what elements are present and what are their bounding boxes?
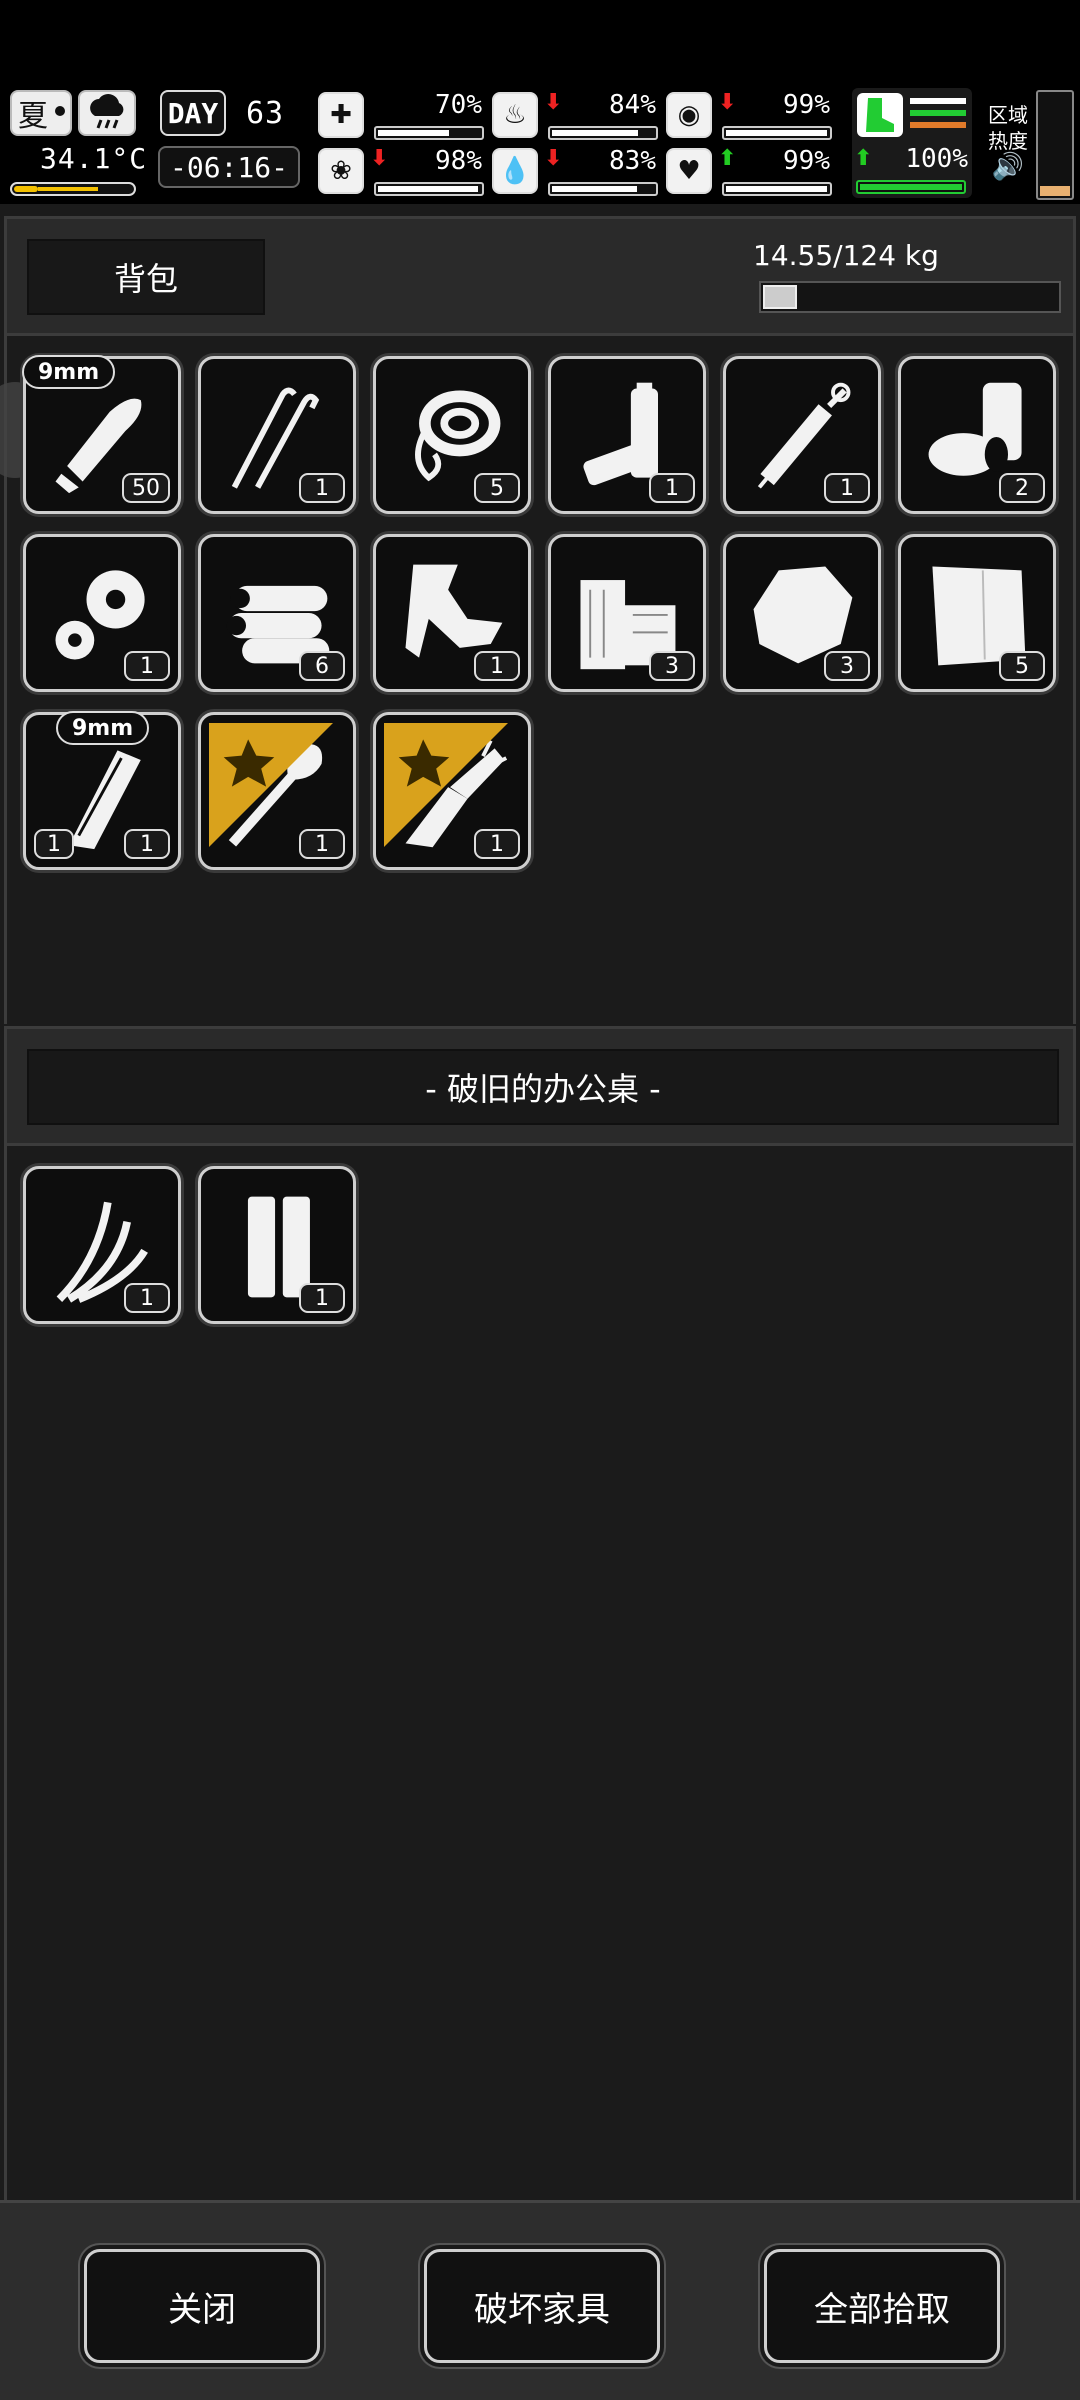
- weight-bar: [759, 281, 1061, 313]
- item-count: 6: [299, 651, 345, 681]
- season-label: 夏: [18, 99, 48, 134]
- star-badge-icon: [195, 709, 333, 847]
- stat-bar: [722, 126, 832, 140]
- stat-value: 99%: [783, 146, 830, 176]
- system-status-bar: [0, 0, 1080, 86]
- container-header: - 破旧的办公桌 -: [4, 1026, 1076, 1146]
- close-button[interactable]: 关闭: [84, 2249, 320, 2363]
- pill-icon: ◉: [666, 92, 712, 138]
- item-count-secondary: 1: [34, 829, 74, 859]
- container-title: - 破旧的办公桌 -: [27, 1049, 1059, 1125]
- stat-value: 84%: [609, 90, 656, 120]
- brain-icon: ❀: [318, 148, 364, 194]
- stat-bar: [722, 182, 832, 196]
- stat-bar: [374, 182, 484, 196]
- take-all-button[interactable]: 全部拾取: [764, 2249, 1000, 2363]
- star-badge-icon: [370, 709, 508, 847]
- caliber-tag: 9mm: [22, 355, 116, 389]
- weight-readout: 14.55/124 kg: [753, 239, 939, 272]
- stat-value: 99%: [783, 90, 830, 120]
- item-slot[interactable]: 1: [373, 712, 531, 870]
- item-slot[interactable]: 1: [23, 1166, 181, 1324]
- item-count: 5: [474, 473, 520, 503]
- stat-value: 83%: [609, 146, 656, 176]
- item-count: 1: [824, 473, 870, 503]
- backpack-header: 背包 14.55/124 kg: [4, 216, 1076, 336]
- stat-bar: [548, 126, 658, 140]
- temperature-bar: [10, 182, 136, 196]
- item-count: 5: [999, 651, 1045, 681]
- item-count: 3: [649, 651, 695, 681]
- stat-water-drop: 💧 ⬇ 83%: [492, 146, 662, 200]
- item-slot[interactable]: 5: [898, 534, 1056, 692]
- caliber-tag: 9mm: [56, 711, 150, 745]
- item-slot[interactable]: 6: [198, 534, 356, 692]
- stat-heart: ♥ ⬆ 99%: [666, 146, 836, 200]
- item-slot[interactable]: 1: [198, 1166, 356, 1324]
- stamina-value: 100%: [905, 144, 968, 174]
- item-count: 1: [299, 473, 345, 503]
- item-count: 50: [122, 473, 170, 503]
- item-slot[interactable]: 3: [723, 534, 881, 692]
- item-slot[interactable]: 3: [548, 534, 706, 692]
- stamina-bar: [856, 180, 966, 194]
- item-slot[interactable]: 9mm 50: [22, 355, 181, 514]
- stat-stomach: ♨ ⬇ 84%: [492, 90, 662, 144]
- item-count: 1: [649, 473, 695, 503]
- stat-bar: [548, 182, 658, 196]
- item-count: 1: [474, 829, 520, 859]
- clock-readout: -06:16-: [158, 146, 300, 188]
- item-slot[interactable]: 1: [723, 356, 881, 514]
- item-count: 1: [124, 651, 170, 681]
- stat-value: 98%: [435, 146, 482, 176]
- item-count: 1: [124, 1283, 170, 1313]
- item-count: 1: [299, 829, 345, 859]
- destroy-furniture-button[interactable]: 破坏家具: [424, 2249, 660, 2363]
- item-count: 1: [474, 651, 520, 681]
- medkit-icon: ✚: [318, 92, 364, 138]
- item-slot[interactable]: 1: [198, 712, 356, 870]
- water-drop-icon: 💧: [492, 148, 538, 194]
- item-count: 1: [299, 1283, 345, 1313]
- speaker-icon[interactable]: 🔊: [986, 154, 1030, 180]
- day-number: 63: [246, 96, 285, 131]
- stamina-panel: ⬆ 100%: [852, 88, 972, 198]
- backpack-title: 背包: [27, 239, 265, 315]
- temperature-readout: 34.1°C: [40, 142, 148, 175]
- item-count: 3: [824, 651, 870, 681]
- stat-medkit: ✚ 70%: [318, 90, 488, 144]
- stat-pill: ◉ ⬇ 99%: [666, 90, 836, 144]
- season-indicator: 夏: [10, 90, 72, 136]
- item-slot[interactable]: 5: [373, 356, 531, 514]
- stat-value: 70%: [435, 90, 482, 120]
- backpack-grid: 9mm 50 1 5 1 1 2 1 6 1 3 3 5 9mm 1 1 1 1: [0, 336, 1076, 1024]
- weather-rain-icon: [78, 90, 136, 136]
- day-label: DAY: [160, 90, 226, 136]
- item-slot[interactable]: 1: [373, 534, 531, 692]
- zone-heat-label: 区域 热度 🔊: [986, 103, 1030, 182]
- item-slot[interactable]: 1: [23, 534, 181, 692]
- game-screen: 夏 34.1°C DAY 63 -06:16- ✚ 70% ♨ ⬇ 84% ◉ ⬇ 99% ❀ ⬇…: [0, 0, 1080, 2400]
- item-slot[interactable]: 1: [548, 356, 706, 514]
- stat-bar: [374, 126, 484, 140]
- action-bar: 关闭 破坏家具 全部拾取: [0, 2200, 1080, 2400]
- item-slot[interactable]: 9mm 1 1: [23, 711, 181, 870]
- item-slot[interactable]: 2: [898, 356, 1056, 514]
- stomach-icon: ♨: [492, 92, 538, 138]
- heart-icon: ♥: [666, 148, 712, 194]
- zone-heat-meter: [1036, 90, 1074, 200]
- item-slot[interactable]: 1: [198, 356, 356, 514]
- item-count: 2: [999, 473, 1045, 503]
- sun-icon: [55, 106, 65, 116]
- boot-icon: [857, 93, 903, 137]
- container-grid: 11: [4, 1146, 1076, 2200]
- stat-brain: ❀ ⬇ 98%: [318, 146, 488, 200]
- survival-hud: 夏 34.1°C DAY 63 -06:16- ✚ 70% ♨ ⬇ 84% ◉ ⬇ 99% ❀ ⬇…: [0, 86, 1080, 204]
- item-count: 1: [124, 829, 170, 859]
